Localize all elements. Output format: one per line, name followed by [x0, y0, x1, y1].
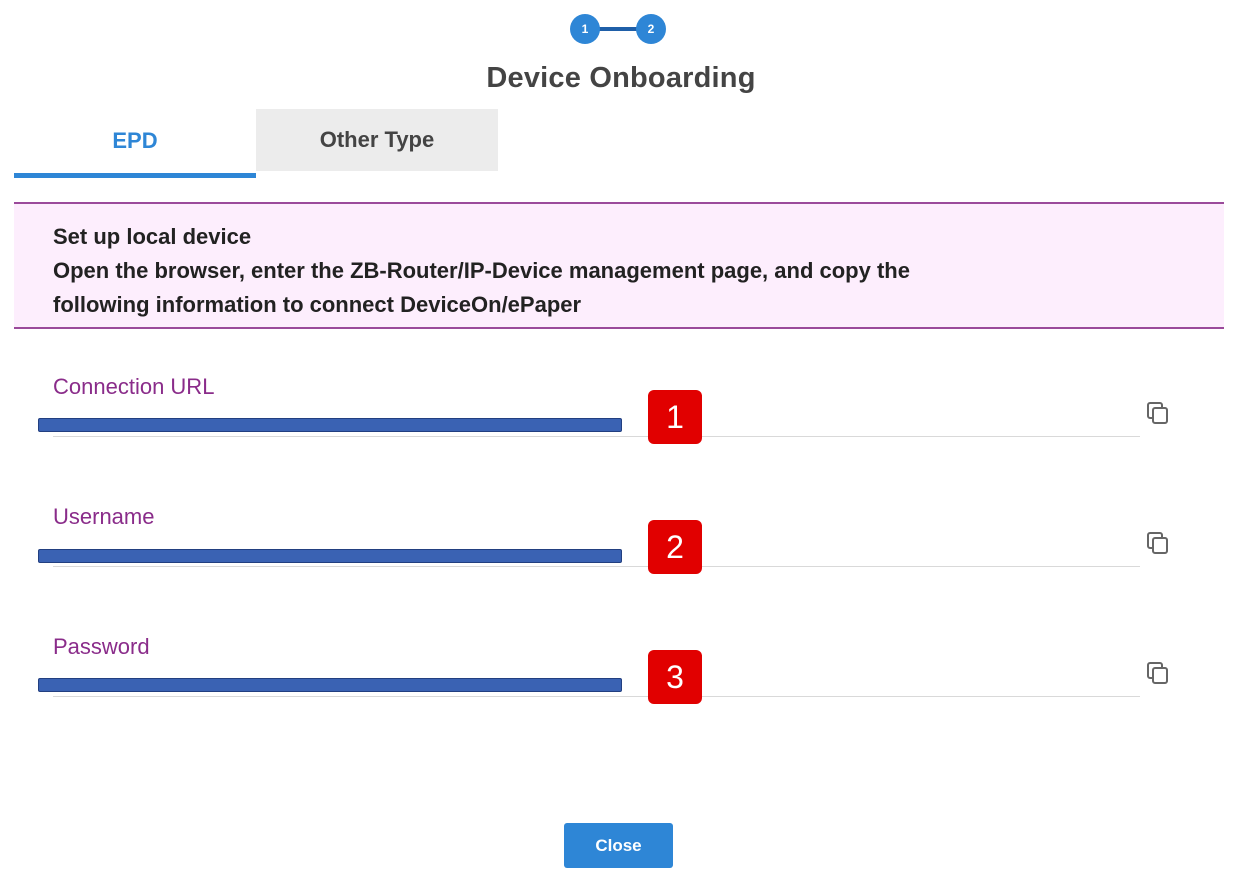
banner-text-line-2: following information to connect DeviceO… — [53, 292, 582, 317]
annotation-marker-3: 3 — [648, 650, 702, 704]
close-button[interactable]: Close — [564, 823, 673, 868]
redaction-bar — [38, 549, 622, 563]
dialog-title: Device Onboarding — [486, 62, 756, 94]
connection-url-field: Connection URL — [53, 374, 1183, 454]
username-field: Username — [53, 504, 1183, 584]
step-1: 1 — [570, 14, 600, 44]
stepper-connector — [598, 27, 638, 31]
password-label: Password — [53, 634, 150, 659]
progress-stepper: 1 2 — [570, 14, 670, 44]
banner-heading: Set up local device — [53, 224, 252, 249]
tab-epd[interactable]: EPD — [14, 109, 256, 178]
annotation-marker-2: 2 — [648, 520, 702, 574]
username-underline — [53, 566, 1140, 567]
step-2: 2 — [636, 14, 666, 44]
redaction-bar — [38, 418, 622, 432]
copy-icon[interactable] — [1145, 530, 1171, 556]
copy-icon[interactable] — [1145, 400, 1171, 426]
password-underline — [53, 696, 1140, 697]
password-field: Password — [53, 634, 1183, 714]
banner-text-line-1: Open the browser, enter the ZB-Router/IP… — [53, 258, 910, 283]
connection-url-label: Connection URL — [53, 374, 215, 399]
copy-icon[interactable] — [1145, 660, 1171, 686]
annotation-marker-1: 1 — [648, 390, 702, 444]
info-banner: Set up local device Open the browser, en… — [14, 202, 1224, 329]
tab-other-type[interactable]: Other Type — [256, 109, 498, 171]
connection-url-underline — [53, 436, 1140, 437]
username-label: Username — [53, 504, 155, 529]
redaction-bar — [38, 678, 622, 692]
